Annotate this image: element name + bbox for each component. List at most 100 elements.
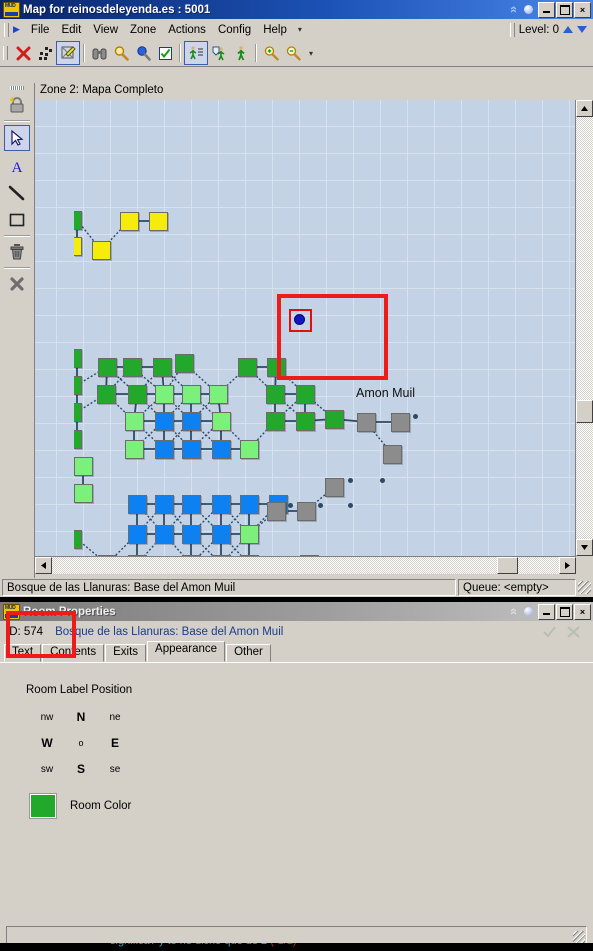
map-room[interactable] <box>74 349 82 368</box>
check-icon[interactable] <box>154 42 176 64</box>
map-room[interactable] <box>97 385 116 404</box>
text-tool-icon[interactable]: A <box>5 154 29 178</box>
map-room[interactable] <box>238 358 257 377</box>
map-room[interactable] <box>212 495 231 514</box>
map-room[interactable] <box>266 412 285 431</box>
hscroll-thumb[interactable] <box>497 557 518 574</box>
map-room[interactable] <box>120 212 139 231</box>
map-room[interactable] <box>212 412 231 431</box>
menu-edit[interactable]: Edit <box>55 22 87 38</box>
label-pos-west[interactable]: W <box>30 736 64 750</box>
map-room[interactable] <box>212 440 231 459</box>
map-room[interactable] <box>155 412 174 431</box>
tab-exits[interactable]: Exits <box>105 644 147 662</box>
tab-other[interactable]: Other <box>226 644 271 662</box>
menu-grip[interactable] <box>4 22 9 37</box>
rp-minimize-button[interactable] <box>538 603 555 620</box>
map-room[interactable] <box>74 530 82 549</box>
map-room[interactable] <box>74 457 93 476</box>
map-room[interactable] <box>240 525 259 544</box>
rect-tool-icon[interactable] <box>5 208 29 232</box>
rp-collapse-icon[interactable]: » <box>505 605 520 618</box>
rp-resize-grip[interactable] <box>573 931 585 943</box>
map-room[interactable] <box>182 385 201 404</box>
level-up-icon[interactable] <box>563 26 573 33</box>
select-tool-icon[interactable] <box>4 125 30 151</box>
rooms-icon[interactable] <box>34 42 56 64</box>
walk-shield-icon[interactable] <box>208 42 230 64</box>
label-pos-se[interactable]: se <box>98 764 132 775</box>
map-room[interactable] <box>182 525 201 544</box>
label-pos-center[interactable]: o <box>64 738 98 748</box>
map-exit-stub[interactable] <box>288 503 293 508</box>
scroll-left-button[interactable] <box>35 557 52 574</box>
collapse-icon[interactable]: » <box>505 3 520 16</box>
map-room[interactable] <box>357 413 376 432</box>
map-room[interactable] <box>74 403 82 422</box>
map-room[interactable] <box>155 385 174 404</box>
cancel-icon[interactable] <box>566 625 581 639</box>
map-room[interactable] <box>209 385 228 404</box>
map-room[interactable] <box>383 445 402 464</box>
map-room[interactable] <box>149 212 168 231</box>
map-room[interactable] <box>74 484 93 503</box>
label-pos-north[interactable]: N <box>64 710 98 724</box>
map-exit-stub[interactable] <box>348 478 353 483</box>
zoom-in-icon[interactable] <box>260 42 282 64</box>
map-room[interactable] <box>296 385 315 404</box>
status-orb-icon[interactable] <box>524 5 533 14</box>
map-room[interactable] <box>296 412 315 431</box>
find-icon[interactable] <box>110 42 132 64</box>
trash-tool-icon[interactable] <box>5 240 29 264</box>
map-room[interactable] <box>267 502 286 521</box>
map-room[interactable] <box>74 376 82 395</box>
globe-search-icon[interactable] <box>132 42 154 64</box>
map-room[interactable] <box>98 358 117 377</box>
room-color-swatch[interactable] <box>30 794 56 818</box>
resize-grip[interactable] <box>578 581 591 594</box>
label-pos-sw[interactable]: sw <box>30 764 64 775</box>
binoculars-icon[interactable] <box>88 42 110 64</box>
map-room[interactable] <box>175 354 194 373</box>
label-pos-ne[interactable]: ne <box>98 712 132 723</box>
label-pos-east[interactable]: E <box>98 736 132 750</box>
map-room[interactable] <box>155 495 174 514</box>
map-exit-stub[interactable] <box>380 478 385 483</box>
rp-maximize-button[interactable] <box>556 603 573 620</box>
menu-help[interactable]: Help <box>257 22 293 38</box>
line-tool-icon[interactable] <box>5 181 29 205</box>
map-room[interactable] <box>125 440 144 459</box>
vscroll-thumb[interactable] <box>576 400 593 423</box>
map-room[interactable] <box>153 358 172 377</box>
rp-close-button[interactable]: × <box>574 603 591 620</box>
map-room[interactable] <box>155 525 174 544</box>
map-hscrollbar[interactable] <box>35 556 576 574</box>
map-room[interactable] <box>182 495 201 514</box>
map-room[interactable] <box>212 525 231 544</box>
menu-config[interactable]: Config <box>212 22 257 38</box>
maximize-button[interactable] <box>556 1 573 18</box>
lock-tool-icon[interactable] <box>5 93 29 117</box>
map-room[interactable] <box>266 385 285 404</box>
map-room[interactable] <box>74 237 82 256</box>
left-tools-grip[interactable] <box>10 86 24 90</box>
scroll-up-button[interactable] <box>576 100 593 117</box>
map-room[interactable] <box>155 440 174 459</box>
map-exit-stub[interactable] <box>318 503 323 508</box>
label-pos-nw[interactable]: nw <box>30 712 64 723</box>
minimize-button[interactable] <box>538 1 555 18</box>
scroll-down-button[interactable] <box>576 539 593 556</box>
map-room[interactable] <box>74 211 82 230</box>
map-room[interactable] <box>182 412 201 431</box>
walk-list-icon[interactable] <box>184 41 208 65</box>
menu-file[interactable]: File <box>25 22 56 38</box>
label-pos-south[interactable]: S <box>64 762 98 776</box>
close-button[interactable]: × <box>574 1 591 18</box>
menu-view[interactable]: View <box>87 22 124 38</box>
level-grip[interactable] <box>509 22 515 37</box>
map-room[interactable] <box>128 385 147 404</box>
map-canvas[interactable]: Amon Muil <box>35 100 593 556</box>
toolbar-grip[interactable] <box>3 46 8 60</box>
map-room[interactable] <box>391 413 410 432</box>
clear-tool-icon[interactable] <box>5 272 29 296</box>
